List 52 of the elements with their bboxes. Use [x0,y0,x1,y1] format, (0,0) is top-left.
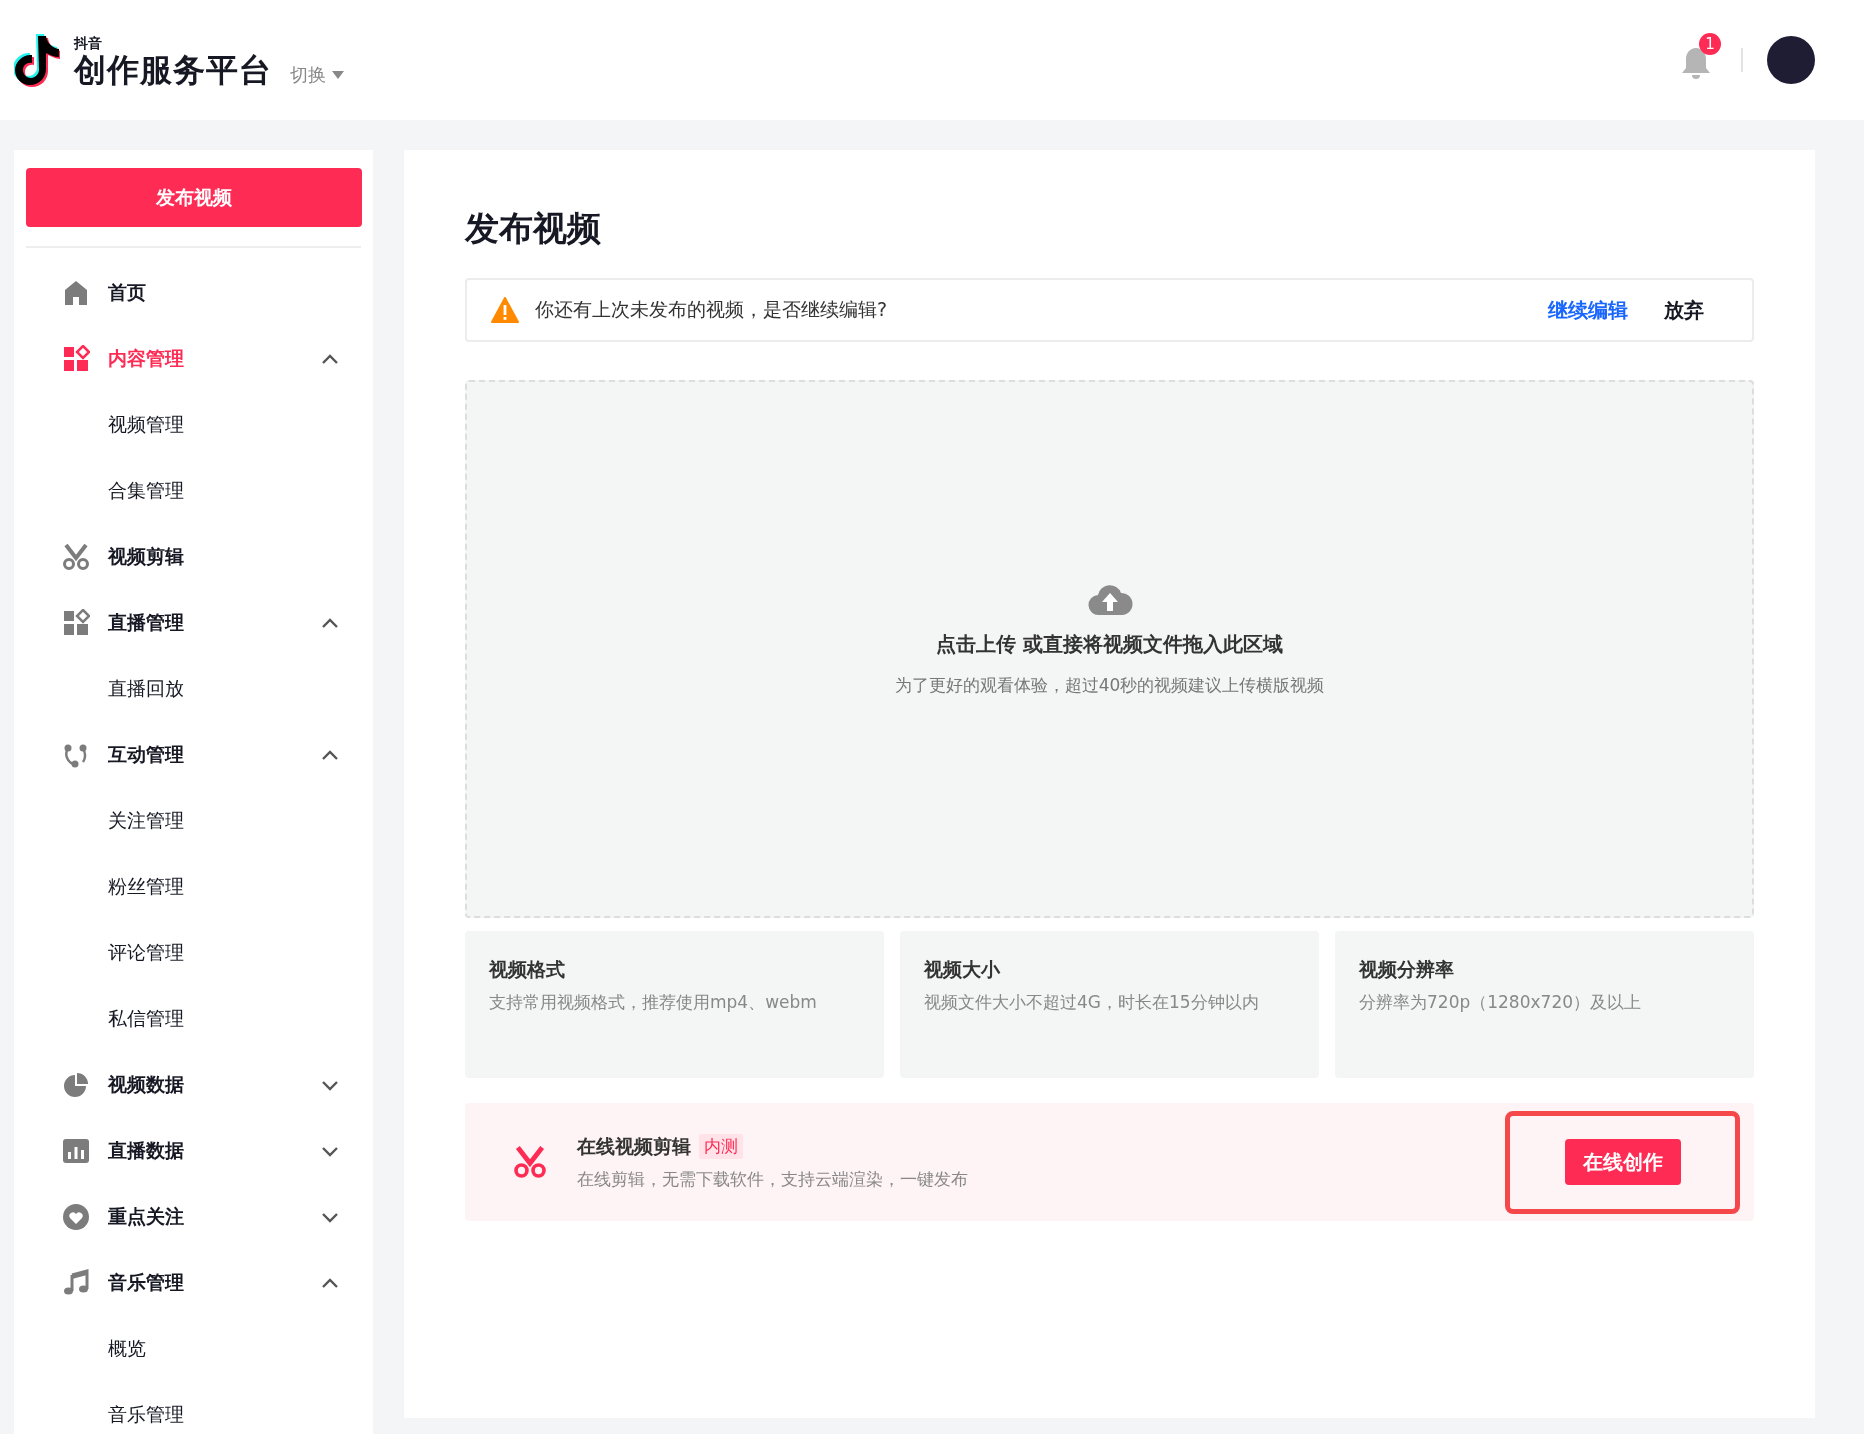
sidebar-subitem[interactable]: 概览 [26,1316,361,1382]
requirement-description: 支持常用视频格式，推荐使用mp4、webm [489,991,817,1014]
sidebar-subitem[interactable]: 粉丝管理 [26,854,361,920]
scissors-icon [62,543,90,571]
sidebar-subitem[interactable]: 合集管理 [26,458,361,524]
sidebar-item[interactable]: 互动管理 [26,722,361,788]
publish-video-button[interactable]: 发布视频 [26,168,362,227]
scissors-icon [513,1145,547,1179]
music-note-icon [62,1269,90,1297]
sidebar-subitem[interactable]: 音乐管理 [26,1382,361,1434]
bar-chart-icon [62,1137,90,1165]
requirement-title: 视频分辨率 [1359,957,1454,982]
alert-message: 你还有上次未发布的视频，是否继续编辑? [535,297,889,322]
continue-edit-link[interactable]: 继续编辑 [1548,296,1628,324]
upload-dropzone[interactable]: 点击上传 或直接将视频文件拖入此区域 为了更好的观看体验，超过40秒的视频建议上传横版视频 [465,380,1754,918]
sidebar-item[interactable]: 视频剪辑 [26,524,361,590]
home-icon [62,279,90,307]
upload-heading: 点击上传 或直接将视频文件拖入此区域 [936,631,1283,658]
sidebar-subitem[interactable]: 直播回放 [26,656,361,722]
online-editor-description: 在线剪辑，无需下载软件，支持云端渲染，一键发布 [577,1167,968,1191]
sidebar-item[interactable]: 直播管理 [26,590,361,656]
sidebar-item[interactable]: 视频数据 [26,1052,361,1118]
sidebar-subitem[interactable]: 评论管理 [26,920,361,986]
beta-tag: 内测 [699,1134,743,1159]
requirement-title: 视频格式 [489,957,565,982]
notification-badge: 1 [1699,33,1721,55]
sidebar-subitem[interactable]: 视频管理 [26,392,361,458]
sidebar-item[interactable]: 重点关注 [26,1184,361,1250]
sidebar-subitem[interactable]: 关注管理 [26,788,361,854]
sidebar-subitem[interactable]: 私信管理 [26,986,361,1052]
upload-hint: 为了更好的观看体验，超过40秒的视频建议上传横版视频 [894,674,1325,697]
caret-icon [332,71,344,79]
page-title: 发布视频 [465,207,601,250]
logo-title: 创作服务平台 [74,51,272,89]
sidebar-item[interactable]: 直播数据 [26,1118,361,1184]
requirement-description: 分辨率为720p（1280x720）及以上 [1359,991,1641,1014]
switch-dropdown[interactable]: 切换 [290,63,344,87]
requirement-description: 视频文件大小不超过4G，时长在15分钟以内 [924,991,1259,1014]
requirement-title: 视频大小 [924,957,1000,982]
sidebar-item[interactable]: 内容管理 [26,326,361,392]
discard-link[interactable]: 放弃 [1664,296,1704,324]
app-logo-icon [14,32,60,88]
create-online-button[interactable]: 在线创作 [1564,1139,1681,1185]
sidebar-item[interactable]: 音乐管理 [26,1250,361,1316]
logo-subtitle: 抖音 [74,35,102,51]
grid-icon [62,609,90,637]
warning-icon [491,297,519,323]
sidebar-item[interactable]: 首页 [26,260,361,326]
pie-chart-icon [62,1071,90,1099]
avatar[interactable] [1767,36,1815,84]
grid-icon [62,345,90,373]
online-editor-title: 在线视频剪辑 [577,1133,691,1159]
